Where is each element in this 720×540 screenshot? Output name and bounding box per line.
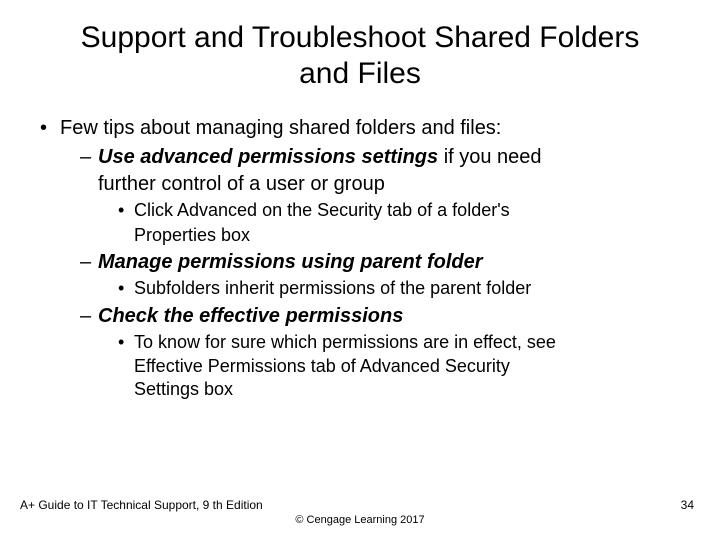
lvl1-text: Few tips about managing shared folders a…: [60, 117, 501, 139]
tip1-sub-a: Click Advanced on the Security tab of a …: [134, 200, 510, 220]
footer-left: A+ Guide to IT Technical Support, 9 th E…: [20, 498, 263, 512]
tip1-rest: if you need: [438, 146, 541, 168]
tip1-bold: Use advanced permissions settings: [98, 146, 438, 168]
bullet-level2: –Check the effective permissions: [40, 304, 690, 329]
bullet-level2: –Manage permissions using parent folder: [40, 250, 690, 275]
tip1-sub-a-cont: Properties box: [40, 224, 690, 247]
slide-content: •Few tips about managing shared folders …: [30, 116, 690, 400]
tip1-cont: further control of a user or group: [40, 172, 690, 197]
dot-icon: •: [118, 331, 134, 354]
dot-icon: •: [118, 277, 134, 300]
bullet-level2: –Use advanced permissions settings if yo…: [40, 145, 690, 170]
dash-icon: –: [80, 250, 98, 275]
bullet-level3: •To know for sure which permissions are …: [40, 331, 690, 354]
bullet-dot-icon: •: [40, 116, 60, 141]
bullet-level1: •Few tips about managing shared folders …: [40, 116, 690, 141]
tip2-sub-a: Subfolders inherit permissions of the pa…: [134, 278, 531, 298]
tip1-row: Use advanced permissions settings if you…: [98, 146, 542, 168]
tip3-sub-b: Effective Permissions tab of Advanced Se…: [40, 355, 690, 378]
dash-icon: –: [80, 145, 98, 170]
bullet-level3: •Subfolders inherit permissions of the p…: [40, 277, 690, 300]
footer-center: © Cengage Learning 2017: [20, 514, 700, 526]
tip2-bold: Manage permissions using parent folder: [98, 251, 483, 273]
dot-icon: •: [118, 199, 134, 222]
tip3-sub-c: Settings box: [40, 378, 690, 401]
tip3-sub-a: To know for sure which permissions are i…: [134, 332, 556, 352]
dash-icon: –: [80, 304, 98, 329]
slide-number: 34: [681, 498, 694, 512]
tip3-bold: Check the effective permissions: [98, 305, 403, 327]
bullet-level3: •Click Advanced on the Security tab of a…: [40, 199, 690, 222]
slide-title: Support and Troubleshoot Shared Folders …: [30, 20, 690, 92]
